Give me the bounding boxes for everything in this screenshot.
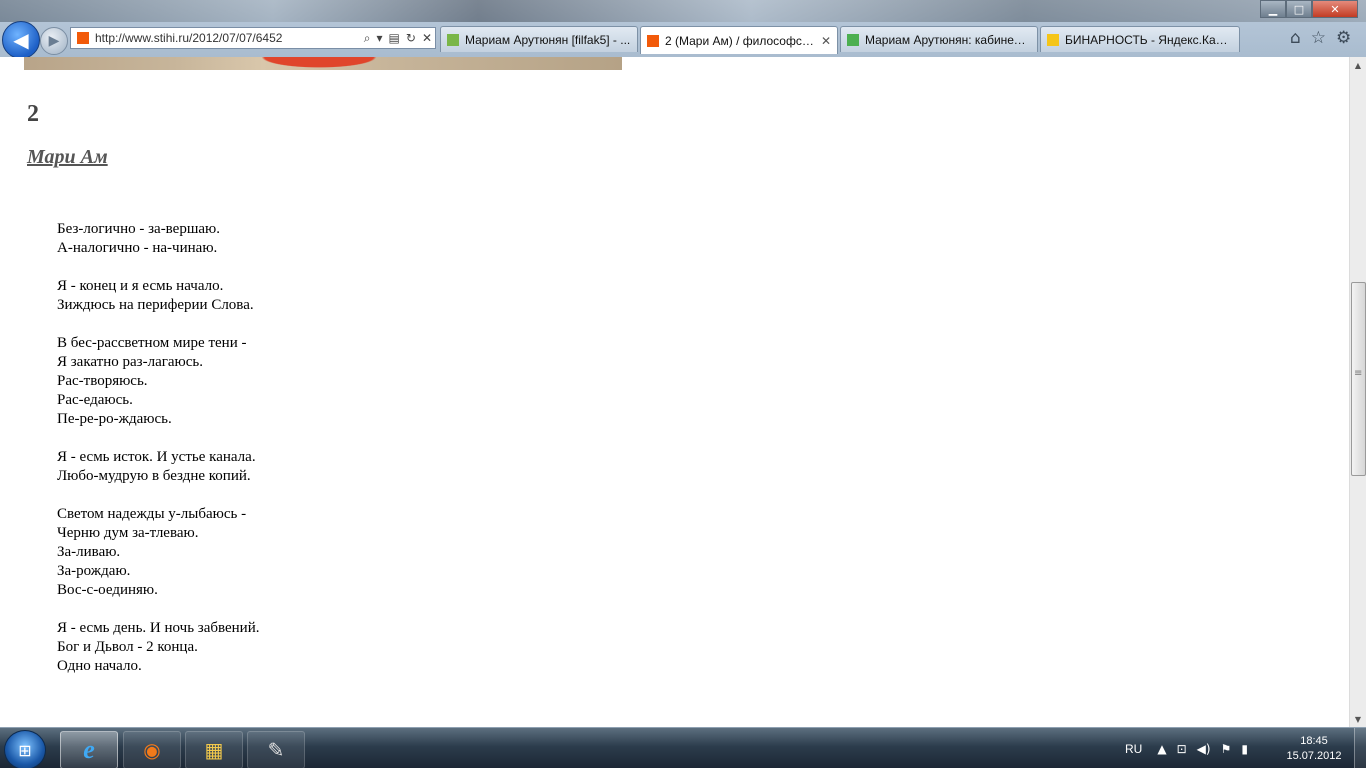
address-bar[interactable]: http://www.stihi.ru/2012/07/07/6452 ⌕ ▾ … [70,27,436,49]
paint-palette-icon: ✎ [267,738,285,762]
tab-favicon-icon [1047,33,1059,46]
poem-title: 2 [27,101,39,127]
site-favicon-icon [77,32,89,44]
scroll-thumb[interactable] [1351,282,1366,476]
compatibility-view-icon[interactable]: ▤ [389,31,400,45]
tab-label: Мариам Арутюнян [filfak5] - ... [465,32,631,47]
internet-explorer-icon: e [83,735,95,764]
tab-favicon-icon [847,33,859,46]
windows-logo-icon: ⊞ [18,740,32,760]
window-controls: ▁ □ ✕ [1260,0,1358,18]
start-button[interactable]: ⊞ [4,730,46,768]
back-arrow-icon: ◀ [13,28,29,52]
command-icons: ⌂ ☆ ⚙ [1290,28,1351,48]
close-icon: ✕ [1330,2,1340,16]
action-center-flag-icon[interactable]: ⚑ [1221,742,1232,756]
page-viewport: 2 Мари Ам Без-логично - за-вершаю. А-нал… [0,57,1349,727]
scroll-down-arrow-icon[interactable]: ▼ [1350,711,1366,727]
stanza: Я - конец и я есмь начало. Зиждюсь на пе… [57,277,260,315]
poem-line: Рас-творяюсь. [57,373,148,389]
power-icon[interactable]: ▮ [1241,742,1248,756]
poem-line: Я - есмь день. И ночь забвений. [57,620,260,636]
poem-line: Светом надежды у-лыбаюсь - [57,506,247,522]
taskbar: ⊞ e ◉ ▦ ✎ RU ▲ ⊡ ◀) ⚑ ▮ 18:45 15.07.2012 [0,727,1366,768]
taskbar-firefox[interactable]: ◉ [123,731,181,768]
maximize-icon: □ [1293,2,1305,16]
tab-favicon-icon [647,34,659,47]
address-url[interactable]: http://www.stihi.ru/2012/07/07/6452 [95,31,361,45]
tab-4[interactable]: БИНАРНОСТЬ - Яндекс.Карт... [1040,26,1240,52]
taskbar-internet-explorer[interactable]: e [60,731,118,768]
poem-line: Вос-с-оединяю. [57,582,158,598]
back-button[interactable]: ◀ [2,21,40,59]
taskbar-paint[interactable]: ✎ [247,731,305,768]
refresh-icon[interactable]: ↻ [406,31,416,45]
vertical-scrollbar[interactable]: ▲ ▼ [1349,57,1366,727]
tab-label: Мариам Арутюнян: кабинет ... [865,32,1031,47]
minimize-button[interactable]: ▁ [1260,0,1286,18]
stanza: Светом надежды у-лыбаюсь - Черню дум за-… [57,505,260,600]
tab-2-active[interactable]: 2 (Мари Ам) / философск... ✕ [640,26,838,54]
poem-line: А-налогично - на-чинаю. [57,240,218,256]
header-image [24,57,622,70]
address-dropdown-icon[interactable]: ▾ [377,31,383,45]
poem-line: Без-логично - за-вершаю. [57,221,221,237]
tab-strip: Мариам Арутюнян [filfak5] - ... 2 (Мари … [440,26,1242,54]
stanza: В бес-рассветном мире тени - Я закатно р… [57,334,260,429]
show-desktop-button[interactable] [1354,728,1366,768]
tab-close-icon[interactable]: ✕ [821,34,831,48]
forward-arrow-icon: ▶ [48,33,60,49]
maximize-button[interactable]: □ [1286,0,1312,18]
forward-button[interactable]: ▶ [40,27,68,55]
poem-text: Без-логично - за-вершаю. А-налогично - н… [57,220,260,695]
network-icon[interactable]: ⊡ [1177,742,1187,756]
title-bar [0,0,1366,22]
clock-date: 15.07.2012 [1286,750,1342,762]
search-icon[interactable]: ⌕ [364,31,371,46]
tray-expand-icon[interactable]: ▲ [1157,742,1166,756]
tab-label: 2 (Мари Ам) / философск... [665,33,815,48]
system-tray: RU ▲ ⊡ ◀) ⚑ ▮ [1125,728,1253,768]
stanza: Я - есмь день. И ночь забвений. Бог и Дь… [57,619,260,676]
clock-time: 18:45 [1300,735,1328,747]
tab-label: БИНАРНОСТЬ - Яндекс.Карт... [1065,32,1233,47]
close-window-button[interactable]: ✕ [1312,0,1358,18]
poem-line: Любо-мудрую в бездне копий. [57,468,251,484]
stanza: Без-логично - за-вершаю. А-налогично - н… [57,220,260,258]
firefox-icon: ◉ [143,738,161,762]
taskbar-explorer[interactable]: ▦ [185,731,243,768]
poem-line: Я - есмь исток. И устье канала. [57,449,256,465]
scroll-up-arrow-icon[interactable]: ▲ [1350,57,1366,73]
poem-line: Я закатно раз-лагаюсь. [57,354,203,370]
language-indicator[interactable]: RU [1125,742,1142,756]
poem-line: Пе-ре-ро-ждаюсь. [57,411,172,427]
stanza: Я - есмь исток. И устье канала. Любо-муд… [57,448,260,486]
minimize-icon: ▁ [1268,2,1278,16]
poem-line: Рас-едаюсь. [57,392,133,408]
browser-chrome: ◀ ▶ http://www.stihi.ru/2012/07/07/6452 … [0,0,1366,59]
stop-icon[interactable]: ✕ [422,31,432,45]
volume-icon[interactable]: ◀) [1197,742,1211,756]
poem-line: Одно начало. [57,658,142,674]
tab-3[interactable]: Мариам Арутюнян: кабинет ... [840,26,1038,52]
clock[interactable]: 18:45 15.07.2012 [1284,734,1344,764]
poem-line: За-ливаю. [57,544,121,560]
poem-line: За-рождаю. [57,563,131,579]
tab-favicon-icon [447,33,459,46]
poem-line: Зиждюсь на периферии Слова. [57,297,254,313]
favorites-star-icon[interactable]: ☆ [1311,28,1326,48]
poem-line: Я - конец и я есмь начало. [57,278,224,294]
tools-gear-icon[interactable]: ⚙ [1336,28,1351,48]
home-icon[interactable]: ⌂ [1290,28,1301,48]
poem-line: Черню дум за-тлеваю. [57,525,199,541]
poem-line: В бес-рассветном мире тени - [57,335,247,351]
author-link[interactable]: Мари Ам [27,146,108,169]
tab-1[interactable]: Мариам Арутюнян [filfak5] - ... [440,26,638,52]
poem-line: Бог и Дьвол - 2 конца. [57,639,198,655]
folder-icon: ▦ [204,738,224,762]
